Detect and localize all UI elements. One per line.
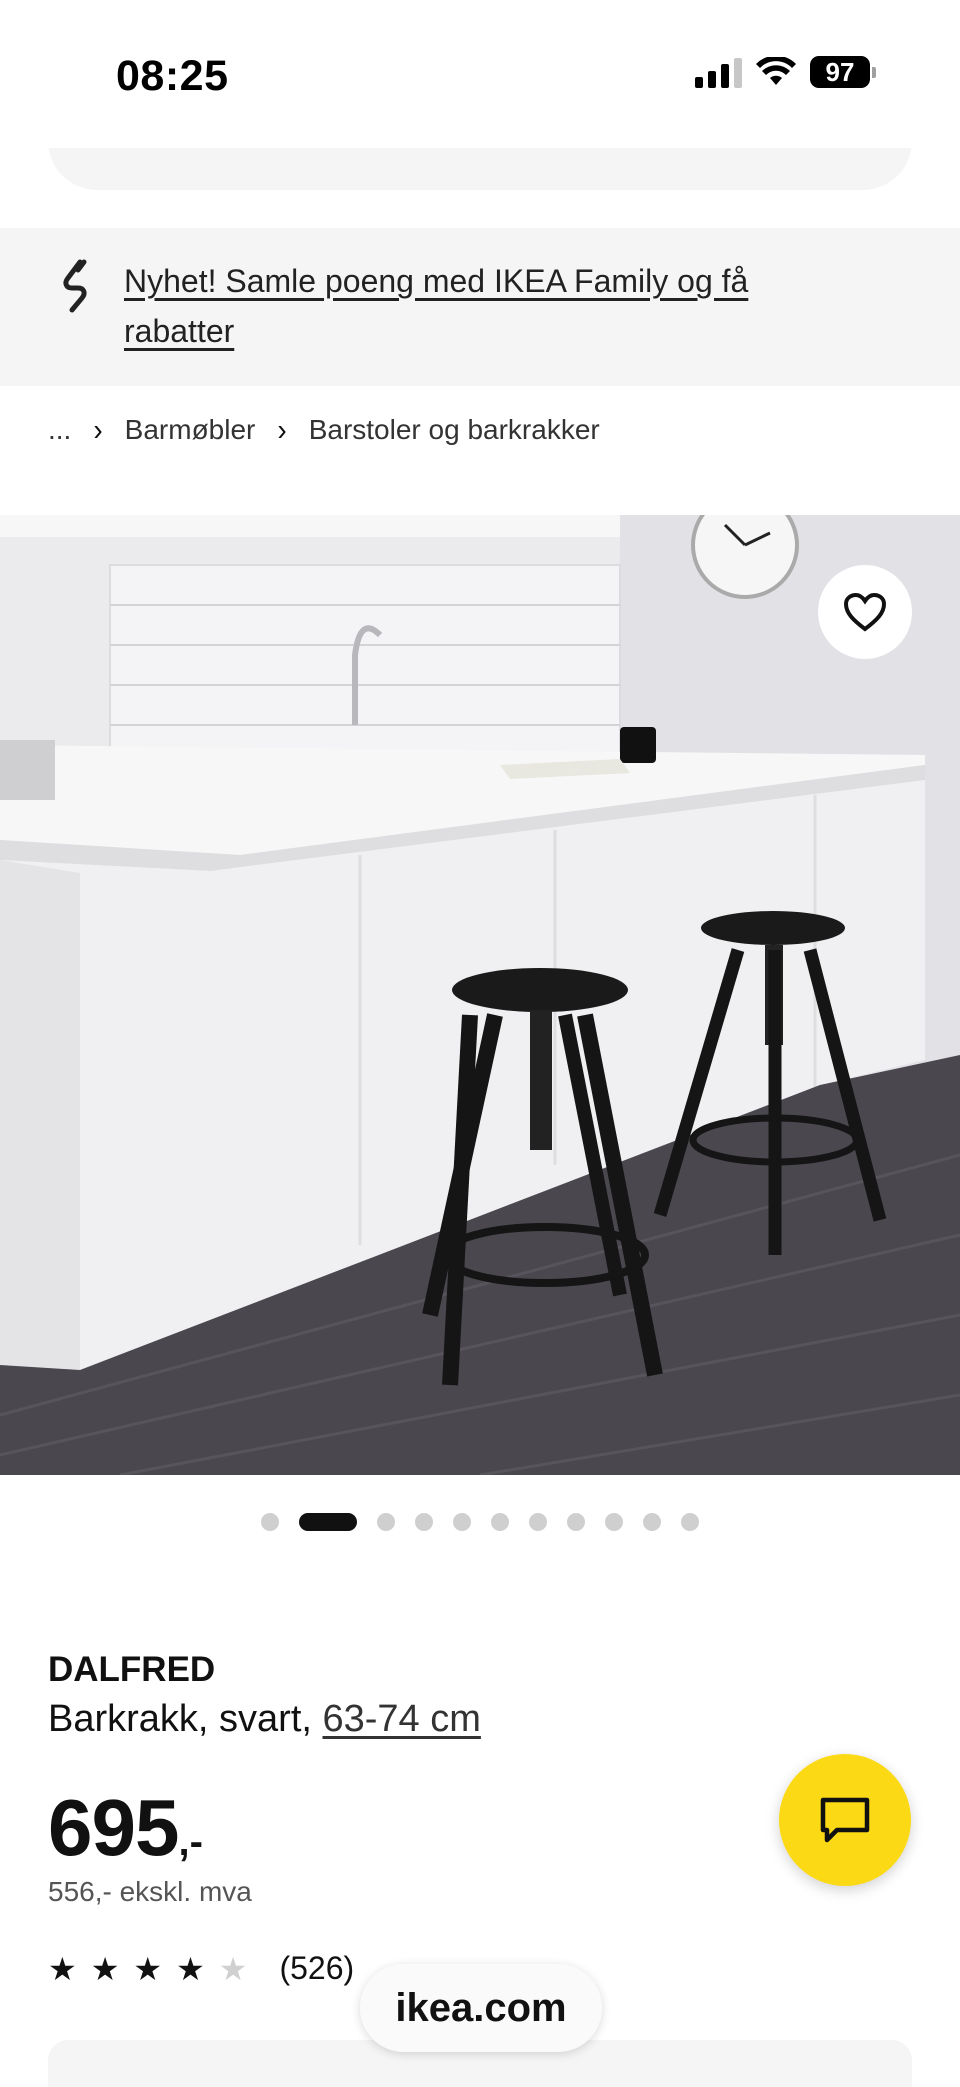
star-icon: ★	[48, 1950, 77, 1987]
link-icon	[63, 259, 87, 313]
carousel-dot[interactable]	[453, 1513, 471, 1531]
review-count[interactable]: (526)	[279, 1950, 354, 1987]
chevron-right-icon: ›	[277, 412, 287, 447]
status-bar: 08:25 97	[0, 0, 960, 148]
product-type: Barkrakk, svart,	[48, 1698, 323, 1740]
product-photo	[0, 515, 960, 1475]
cellular-signal-icon	[695, 56, 742, 88]
star-icon: ★	[90, 1950, 120, 1987]
carousel-indicator[interactable]	[0, 1513, 960, 1531]
carousel-dot[interactable]	[567, 1513, 585, 1531]
chat-button[interactable]	[779, 1754, 911, 1886]
product-image[interactable]	[0, 515, 960, 1475]
status-time: 08:25	[116, 52, 229, 100]
wifi-icon	[756, 57, 796, 85]
carousel-dot[interactable]	[415, 1513, 433, 1531]
star-icon: ★	[133, 1950, 163, 1987]
product-rating[interactable]: ★ ★ ★ ★ ★ (526)	[48, 1950, 354, 1987]
carousel-dot[interactable]	[605, 1513, 623, 1531]
breadcrumb: ... › Barmøbler › Barstoler og barkrakke…	[48, 412, 600, 447]
star-half-icon: ★	[218, 1950, 248, 1987]
carousel-dot[interactable]	[529, 1513, 547, 1531]
chat-icon	[820, 1797, 870, 1843]
product-name: DALFRED	[48, 1650, 216, 1689]
battery-icon: 97	[810, 56, 876, 88]
carousel-dot[interactable]	[261, 1513, 279, 1531]
product-size-link[interactable]: 63-74 cm	[323, 1698, 481, 1740]
battery-level: 97	[810, 56, 870, 88]
breadcrumb-item-barstoler[interactable]: Barstoler og barkrakker	[309, 414, 600, 446]
breadcrumb-item-barmobler[interactable]: Barmøbler	[125, 414, 256, 446]
product-price: 695 ,-	[48, 1782, 203, 1874]
chevron-right-icon: ›	[93, 412, 103, 447]
carousel-dot[interactable]	[377, 1513, 395, 1531]
price-suffix: ,-	[178, 1820, 203, 1864]
star-icon: ★	[176, 1950, 205, 1987]
status-icons: 97	[695, 56, 876, 88]
breadcrumb-ellipsis[interactable]: ...	[48, 414, 71, 446]
price-integer: 695	[48, 1783, 179, 1872]
heart-icon	[843, 592, 887, 632]
product-description: Barkrakk, svart, 63-74 cm	[48, 1698, 481, 1741]
browser-domain-pill[interactable]: ikea.com	[360, 1964, 602, 2052]
carousel-dot-active[interactable]	[299, 1513, 357, 1531]
carousel-dot[interactable]	[681, 1513, 699, 1531]
carousel-dot[interactable]	[491, 1513, 509, 1531]
favorite-button[interactable]	[818, 565, 912, 659]
price-ex-vat: 556,- ekskl. mva	[48, 1876, 252, 1907]
promo-link[interactable]: Nyhet! Samle poeng med IKEA Family og få…	[124, 256, 844, 356]
carousel-dot[interactable]	[643, 1513, 661, 1531]
